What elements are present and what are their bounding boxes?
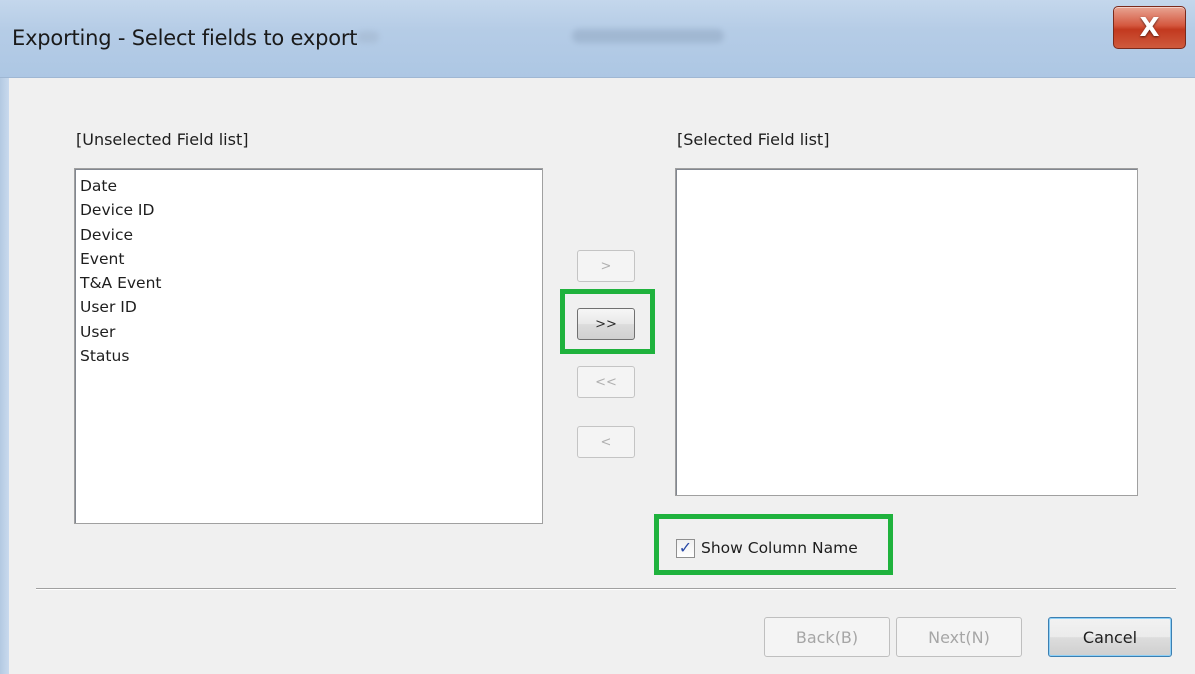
selected-field-list-label: [Selected Field list] <box>677 130 830 149</box>
list-item[interactable]: Device <box>80 223 542 247</box>
next-button[interactable]: Next(N) <box>896 617 1022 657</box>
window-title: Exporting - Select fields to export <box>12 26 358 50</box>
show-column-name-label[interactable]: Show Column Name <box>701 539 858 557</box>
unselected-field-list[interactable]: Date Device ID Device Event T&A Event Us… <box>74 168 543 524</box>
unselected-field-list-label: [Unselected Field list] <box>76 130 249 149</box>
close-icon: X <box>1139 12 1160 43</box>
show-column-name-option[interactable]: ✓ Show Column Name <box>676 537 858 559</box>
list-item[interactable]: User ID <box>80 295 542 319</box>
selected-field-list[interactable] <box>675 168 1138 496</box>
footer-divider <box>36 588 1176 590</box>
back-button[interactable]: Back(B) <box>764 617 890 657</box>
add-all-fields-button[interactable]: >> <box>577 308 635 340</box>
list-item[interactable]: Event <box>80 247 542 271</box>
show-column-name-checkbox[interactable]: ✓ <box>676 538 695 558</box>
list-item[interactable]: Status <box>80 344 542 368</box>
window-left-edge <box>0 78 9 674</box>
close-button[interactable]: X <box>1113 6 1186 49</box>
title-bar[interactable]: Exporting - Select fields to export X <box>0 0 1195 78</box>
add-field-button[interactable]: > <box>577 250 635 282</box>
remove-all-fields-button[interactable]: << <box>577 366 635 398</box>
blurred-background-text <box>572 29 724 43</box>
export-dialog: Exporting - Select fields to export X [U… <box>0 0 1195 674</box>
list-item[interactable]: Device ID <box>80 198 542 222</box>
list-item[interactable]: User <box>80 320 542 344</box>
list-item[interactable]: Date <box>80 174 542 198</box>
cancel-button[interactable]: Cancel <box>1048 617 1172 657</box>
blurred-title-text <box>357 31 379 43</box>
checkmark-icon: ✓ <box>678 538 693 557</box>
remove-field-button[interactable]: < <box>577 426 635 458</box>
list-item[interactable]: T&A Event <box>80 271 542 295</box>
